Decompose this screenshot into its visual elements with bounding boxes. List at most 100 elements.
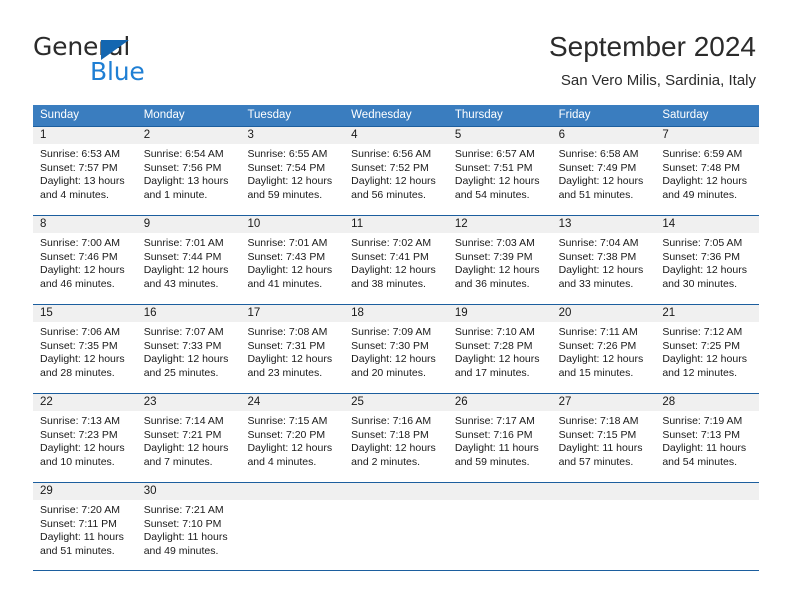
day-cell[interactable]: 8 Sunrise: 7:00 AM Sunset: 7:46 PM Dayli…	[33, 216, 137, 304]
daylight-text-line1: Daylight: 12 hours	[247, 175, 333, 188]
daylight-text-line1: Daylight: 12 hours	[247, 264, 333, 277]
day-details: Sunrise: 7:00 AM Sunset: 7:46 PM Dayligh…	[33, 233, 137, 291]
day-number: 4	[344, 127, 448, 144]
day-number: 11	[344, 216, 448, 233]
day-cell[interactable]: 17 Sunrise: 7:08 AM Sunset: 7:31 PM Dayl…	[240, 305, 345, 393]
day-cell[interactable]: 24 Sunrise: 7:15 AM Sunset: 7:20 PM Dayl…	[240, 394, 345, 482]
daylight-text-line1: Daylight: 12 hours	[351, 353, 436, 366]
daylight-text-line1: Daylight: 12 hours	[351, 264, 436, 277]
day-details: Sunrise: 7:01 AM Sunset: 7:44 PM Dayligh…	[137, 233, 241, 291]
logo-text-blue: Blue	[90, 57, 145, 86]
daylight-text-line1: Daylight: 12 hours	[662, 264, 747, 277]
day-number: 6	[551, 127, 656, 144]
day-number	[240, 483, 345, 500]
sunrise-text: Sunrise: 7:16 AM	[351, 415, 432, 427]
daylight-text-line1: Daylight: 12 hours	[662, 175, 747, 188]
sunrise-text: Sunrise: 7:12 AM	[662, 326, 743, 338]
day-cell[interactable]: 30 Sunrise: 7:21 AM Sunset: 7:10 PM Dayl…	[136, 483, 241, 570]
day-details: Sunrise: 7:20 AM Sunset: 7:11 PM Dayligh…	[33, 500, 137, 558]
day-number: 1	[33, 127, 137, 144]
day-cell[interactable]: 15 Sunrise: 7:06 AM Sunset: 7:35 PM Dayl…	[33, 305, 137, 393]
weekday-header-row: Sunday Monday Tuesday Wednesday Thursday…	[33, 105, 759, 126]
day-cell[interactable]: 28 Sunrise: 7:19 AM Sunset: 7:13 PM Dayl…	[655, 394, 760, 482]
sunset-text: Sunset: 7:56 PM	[143, 161, 222, 174]
weekday-header-tuesday: Tuesday	[247, 109, 292, 121]
day-number	[344, 483, 448, 500]
day-details: Sunrise: 7:21 AM Sunset: 7:10 PM Dayligh…	[137, 500, 241, 558]
sunrise-text: Sunrise: 7:14 AM	[143, 415, 224, 427]
daylight-text-line1: Daylight: 12 hours	[247, 442, 333, 455]
day-details: Sunrise: 7:12 AM Sunset: 7:25 PM Dayligh…	[655, 322, 759, 380]
daylight-text-line1: Daylight: 12 hours	[662, 353, 747, 366]
day-cell[interactable]: 20 Sunrise: 7:11 AM Sunset: 7:26 PM Dayl…	[551, 305, 656, 393]
day-details: Sunrise: 6:59 AM Sunset: 7:48 PM Dayligh…	[655, 144, 759, 202]
day-cell[interactable]: 27 Sunrise: 7:18 AM Sunset: 7:15 PM Dayl…	[551, 394, 656, 482]
sunrise-text: Sunrise: 6:53 AM	[40, 148, 120, 160]
day-cell[interactable]: 10 Sunrise: 7:01 AM Sunset: 7:43 PM Dayl…	[240, 216, 345, 304]
daylight-text-line2: and 30 minutes.	[662, 277, 738, 290]
daylight-text-line2: and 4 minutes.	[247, 455, 317, 468]
day-cell[interactable]: 29 Sunrise: 7:20 AM Sunset: 7:11 PM Dayl…	[33, 483, 137, 570]
day-number: 23	[136, 394, 241, 411]
day-cell[interactable]: 3 Sunrise: 6:55 AM Sunset: 7:54 PM Dayli…	[240, 127, 345, 215]
daylight-text-line2: and 10 minutes.	[40, 455, 115, 468]
day-number: 10	[240, 216, 345, 233]
day-cell[interactable]: 14 Sunrise: 7:05 AM Sunset: 7:36 PM Dayl…	[655, 216, 760, 304]
sunset-text: Sunset: 7:48 PM	[662, 161, 740, 174]
weekday-header-sunday: Sunday	[40, 109, 80, 121]
sunset-text: Sunset: 7:38 PM	[558, 250, 637, 263]
daylight-text-line2: and 4 minutes.	[40, 188, 109, 201]
day-cell[interactable]: 13 Sunrise: 7:04 AM Sunset: 7:38 PM Dayl…	[551, 216, 656, 304]
day-cell[interactable]: 9 Sunrise: 7:01 AM Sunset: 7:44 PM Dayli…	[136, 216, 241, 304]
sunset-text: Sunset: 7:16 PM	[454, 428, 533, 441]
day-details: Sunrise: 7:18 AM Sunset: 7:15 PM Dayligh…	[552, 411, 656, 469]
day-number: 5	[447, 127, 552, 144]
day-cell[interactable]: 21 Sunrise: 7:12 AM Sunset: 7:25 PM Dayl…	[655, 305, 760, 393]
day-cell[interactable]: 2 Sunrise: 6:54 AM Sunset: 7:56 PM Dayli…	[136, 127, 241, 215]
day-details: Sunrise: 7:01 AM Sunset: 7:43 PM Dayligh…	[240, 233, 344, 291]
daylight-text-line1: Daylight: 12 hours	[143, 264, 229, 277]
sunset-text: Sunset: 7:30 PM	[351, 339, 429, 352]
day-details: Sunrise: 6:53 AM Sunset: 7:57 PM Dayligh…	[33, 144, 137, 202]
day-cell[interactable]: 7 Sunrise: 6:59 AM Sunset: 7:48 PM Dayli…	[655, 127, 760, 215]
day-details: Sunrise: 7:09 AM Sunset: 7:30 PM Dayligh…	[344, 322, 448, 380]
day-cell[interactable]: 22 Sunrise: 7:13 AM Sunset: 7:23 PM Dayl…	[33, 394, 137, 482]
day-details: Sunrise: 7:07 AM Sunset: 7:33 PM Dayligh…	[137, 322, 241, 380]
page-title: September 2024	[548, 31, 756, 62]
day-cell[interactable]: 4 Sunrise: 6:56 AM Sunset: 7:52 PM Dayli…	[344, 127, 448, 215]
daylight-text-line2: and 7 minutes.	[143, 455, 213, 468]
day-cell[interactable]: 1 Sunrise: 6:53 AM Sunset: 7:57 PM Dayli…	[33, 127, 137, 215]
daylight-text-line2: and 1 minute.	[143, 188, 208, 201]
weekday-header-friday: Friday	[558, 109, 591, 121]
day-cell[interactable]: 11 Sunrise: 7:02 AM Sunset: 7:41 PM Dayl…	[344, 216, 448, 304]
day-cell-empty	[240, 483, 345, 570]
day-cell[interactable]: 16 Sunrise: 7:07 AM Sunset: 7:33 PM Dayl…	[136, 305, 241, 393]
daylight-text-line1: Daylight: 12 hours	[143, 353, 229, 366]
sunset-text: Sunset: 7:36 PM	[662, 250, 740, 263]
day-cell[interactable]: 12 Sunrise: 7:03 AM Sunset: 7:39 PM Dayl…	[447, 216, 552, 304]
daylight-text-line2: and 12 minutes.	[662, 366, 738, 379]
day-cell[interactable]: 6 Sunrise: 6:58 AM Sunset: 7:49 PM Dayli…	[551, 127, 656, 215]
day-number: 21	[655, 305, 760, 322]
weekday-header-thursday: Thursday	[454, 109, 503, 121]
sunset-text: Sunset: 7:26 PM	[558, 339, 637, 352]
day-number: 13	[551, 216, 656, 233]
day-details: Sunrise: 7:11 AM Sunset: 7:26 PM Dayligh…	[552, 322, 656, 380]
sunset-text: Sunset: 7:11 PM	[40, 517, 117, 530]
day-cell[interactable]: 23 Sunrise: 7:14 AM Sunset: 7:21 PM Dayl…	[136, 394, 241, 482]
day-cell[interactable]: 19 Sunrise: 7:10 AM Sunset: 7:28 PM Dayl…	[447, 305, 552, 393]
sunrise-text: Sunrise: 7:17 AM	[454, 415, 535, 427]
day-cell[interactable]: 25 Sunrise: 7:16 AM Sunset: 7:18 PM Dayl…	[344, 394, 448, 482]
sunrise-text: Sunrise: 7:04 AM	[558, 237, 639, 249]
sunrise-text: Sunrise: 7:10 AM	[454, 326, 535, 338]
day-number: 26	[447, 394, 552, 411]
calendar-page: General Blue September 2024 San Vero Mil…	[0, 0, 792, 612]
day-cell[interactable]: 5 Sunrise: 6:57 AM Sunset: 7:51 PM Dayli…	[447, 127, 552, 215]
day-cell[interactable]: 26 Sunrise: 7:17 AM Sunset: 7:16 PM Dayl…	[447, 394, 552, 482]
sunset-text: Sunset: 7:41 PM	[351, 250, 429, 263]
general-blue-logo: General Blue	[33, 32, 263, 86]
day-details: Sunrise: 6:54 AM Sunset: 7:56 PM Dayligh…	[137, 144, 241, 202]
day-cell[interactable]: 18 Sunrise: 7:09 AM Sunset: 7:30 PM Dayl…	[344, 305, 448, 393]
day-number	[447, 483, 552, 500]
daylight-text-line2: and 46 minutes.	[40, 277, 115, 290]
